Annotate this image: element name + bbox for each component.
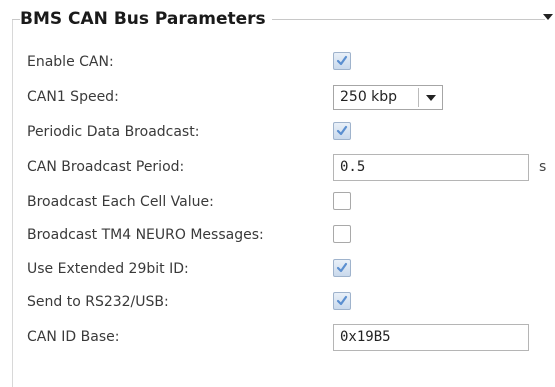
row-can-id-base: CAN ID Base: 0x19B5 (0, 320, 555, 354)
broadcast-period-unit: s (539, 159, 547, 175)
checkmark-icon (336, 55, 348, 66)
broadcast-each-cell-label: Broadcast Each Cell Value: (27, 194, 214, 210)
row-send-rs232: Send to RS232/USB: (0, 285, 555, 319)
group-title: BMS CAN Bus Parameters (20, 8, 272, 30)
can1-speed-value: 250 kbp (340, 89, 398, 105)
checkmark-icon (336, 125, 348, 136)
row-extended-id: Use Extended 29bit ID: (0, 252, 555, 286)
row-broadcast-period: CAN Broadcast Period: 0.5 s (0, 150, 555, 184)
can-id-base-label: CAN ID Base: (27, 329, 120, 345)
chevron-down-icon[interactable] (426, 95, 436, 101)
row-periodic-broadcast: Periodic Data Broadcast: (0, 115, 555, 149)
row-can1-speed: CAN1 Speed: 250 kbp (0, 80, 555, 114)
broadcast-tm4-checkbox[interactable] (333, 225, 351, 243)
checkmark-icon (336, 262, 348, 273)
broadcast-tm4-label: Broadcast TM4 NEURO Messages: (27, 227, 264, 243)
can-id-base-input[interactable]: 0x19B5 (333, 324, 529, 351)
broadcast-period-label: CAN Broadcast Period: (27, 159, 185, 175)
broadcast-each-cell-checkbox[interactable] (333, 192, 351, 210)
row-broadcast-each-cell: Broadcast Each Cell Value: (0, 185, 555, 219)
bms-can-parameters-panel: BMS CAN Bus Parameters Enable CAN: CAN1 … (0, 0, 555, 387)
row-broadcast-tm4: Broadcast TM4 NEURO Messages: (0, 218, 555, 252)
send-rs232-checkbox[interactable] (333, 292, 351, 310)
send-rs232-label: Send to RS232/USB: (27, 294, 169, 310)
periodic-broadcast-checkbox[interactable] (333, 122, 351, 140)
enable-can-label: Enable CAN: (27, 54, 114, 70)
periodic-broadcast-label: Periodic Data Broadcast: (27, 124, 200, 140)
can1-speed-select[interactable]: 250 kbp (333, 85, 443, 110)
row-enable-can: Enable CAN: (0, 45, 555, 79)
can1-speed-label: CAN1 Speed: (27, 89, 119, 105)
extended-id-label: Use Extended 29bit ID: (27, 261, 189, 277)
enable-can-checkbox[interactable] (333, 52, 351, 70)
select-divider (418, 88, 419, 107)
broadcast-period-input[interactable]: 0.5 (333, 154, 529, 181)
extended-id-checkbox[interactable] (333, 259, 351, 277)
checkmark-icon (336, 295, 348, 306)
collapse-arrow-icon[interactable] (543, 14, 553, 20)
